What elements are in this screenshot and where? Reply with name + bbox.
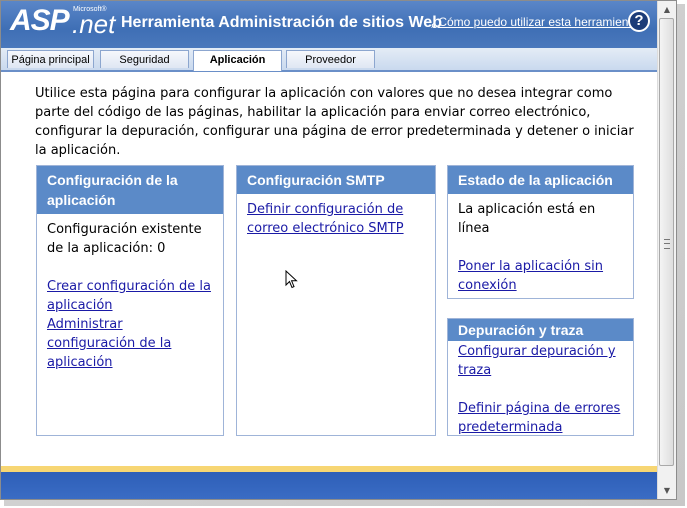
- footer-bar: [1, 472, 657, 499]
- existing-config-count: Configuración existente de la aplicación…: [47, 222, 202, 256]
- logo-asp-text: ASP: [10, 4, 70, 37]
- smtp-panel: Configuración SMTP Definir configuración…: [236, 165, 436, 436]
- logo-net-text: .net: [72, 9, 116, 39]
- app-status-panel: Estado de la aplicación La aplicación es…: [447, 165, 634, 299]
- vertical-scrollbar[interactable]: ▲ ▼: [657, 1, 676, 499]
- take-offline-link[interactable]: Poner la aplicación sin conexión: [458, 257, 623, 295]
- app-config-panel: Configuración de la aplicación Configura…: [36, 165, 224, 436]
- mouse-pointer-icon: [285, 270, 298, 289]
- tab-proveedor[interactable]: Proveedor: [286, 50, 375, 68]
- create-config-link[interactable]: Crear configuración de la aplicación: [47, 277, 213, 315]
- scroll-down-arrow-icon[interactable]: ▼: [658, 482, 676, 499]
- tab-aplicacion[interactable]: Aplicación: [193, 50, 282, 71]
- manage-config-link[interactable]: Administrar configuración de la aplicaci…: [47, 315, 213, 372]
- scroll-thumb[interactable]: [659, 18, 674, 466]
- browser-window: ASP Microsoft® .net Herramienta Administ…: [0, 0, 677, 500]
- scroll-up-arrow-icon[interactable]: ▲: [658, 1, 676, 18]
- page-header: ASP Microsoft® .net Herramienta Administ…: [1, 1, 657, 48]
- define-smtp-link[interactable]: Definir configuración de correo electrón…: [247, 200, 425, 238]
- smtp-title: Configuración SMTP: [237, 166, 435, 194]
- tab-pagina-principal[interactable]: Página principal: [7, 50, 94, 68]
- help-icon[interactable]: ?: [628, 10, 650, 32]
- app-status-text: La aplicación está en línea: [458, 202, 596, 236]
- site-admin-title: Herramienta Administración de sitios Web: [121, 14, 442, 31]
- debug-panel: Depuración y traza Configurar depuración…: [447, 318, 634, 436]
- define-error-page-link[interactable]: Definir página de errores predeterminada: [458, 399, 623, 437]
- intro-text: Utilice esta página para configurar la a…: [35, 86, 634, 158]
- tab-seguridad[interactable]: Seguridad: [100, 50, 189, 68]
- tab-bar: Página principal Seguridad Aplicación Pr…: [1, 48, 657, 72]
- app-status-title: Estado de la aplicación: [448, 166, 633, 194]
- scroll-grip-icon: [664, 239, 670, 249]
- configure-debug-link[interactable]: Configurar depuración y traza: [458, 342, 623, 380]
- app-config-title: Configuración de la aplicación: [37, 166, 223, 214]
- debug-title: Depuración y traza: [448, 319, 633, 341]
- help-link[interactable]: ¿Cómo puedo utilizar esta herramienta?: [431, 15, 645, 29]
